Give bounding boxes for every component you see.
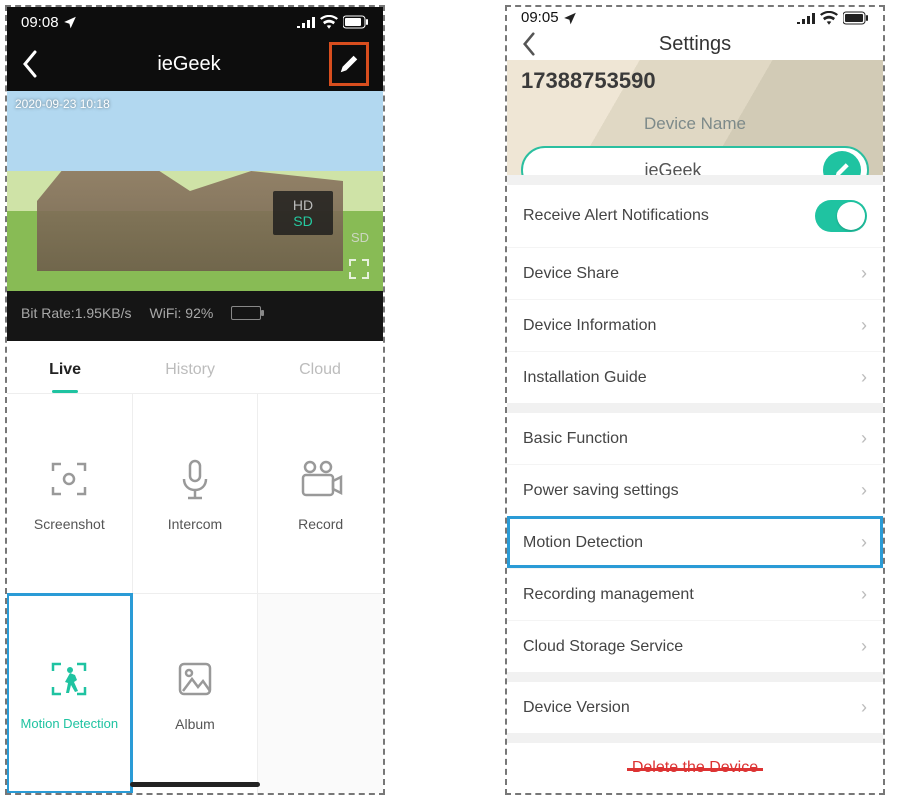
tab-history[interactable]: History <box>159 357 221 383</box>
pencil-icon <box>833 161 851 175</box>
device-name-value: ieGeek <box>523 160 823 175</box>
motion-label: Motion Detection <box>21 716 119 731</box>
row-recording[interactable]: Recording management › <box>507 568 883 620</box>
fullscreen-icon <box>347 257 371 281</box>
location-icon <box>563 11 577 25</box>
quality-sd-label: SD <box>351 230 369 245</box>
status-bar: 09:05 <box>507 7 883 28</box>
device-name-label: Device Name <box>521 114 869 134</box>
row-version-label: Device Version <box>523 699 630 717</box>
row-info-label: Device Information <box>523 317 656 335</box>
album-button[interactable]: Album <box>133 594 258 793</box>
chevron-right-icon: › <box>861 636 867 657</box>
signal-icon <box>797 12 815 24</box>
chevron-right-icon: › <box>861 263 867 284</box>
row-cloud-label: Cloud Storage Service <box>523 638 683 656</box>
chevron-right-icon: › <box>861 315 867 336</box>
home-indicator[interactable] <box>130 782 260 787</box>
album-label: Album <box>175 716 215 732</box>
fullscreen-button[interactable] <box>347 257 371 281</box>
pencil-icon <box>338 53 360 75</box>
quality-sd[interactable]: SD <box>293 213 312 229</box>
delete-label: Delete the Device <box>632 759 758 777</box>
status-icons <box>297 15 369 29</box>
chevron-right-icon: › <box>861 584 867 605</box>
intercom-button[interactable]: Intercom <box>133 394 258 593</box>
empty-cell <box>258 594 383 793</box>
album-icon <box>172 656 218 702</box>
row-alerts-label: Receive Alert Notifications <box>523 207 709 225</box>
status-time: 09:08 <box>21 14 59 31</box>
tab-cloud[interactable]: Cloud <box>293 357 347 383</box>
tabs: Live History Cloud <box>7 341 383 394</box>
phone-live-view: 09:08 ieGeek 2020-09-23 10:18 HD SD <box>5 5 385 795</box>
video-timestamp: 2020-09-23 10:18 <box>15 97 110 111</box>
row-version[interactable]: Device Version › <box>507 682 883 733</box>
row-motion-label: Motion Detection <box>523 534 643 552</box>
row-info[interactable]: Device Information › <box>507 299 883 351</box>
back-button[interactable] <box>21 50 49 78</box>
wifi-icon <box>820 11 838 25</box>
bitrate-label: Bit Rate:1.95KB/s <box>21 305 132 321</box>
battery-icon <box>343 15 369 29</box>
page-title: ieGeek <box>49 53 329 76</box>
screenshot-label: Screenshot <box>34 516 105 532</box>
record-button[interactable]: Record <box>258 394 383 593</box>
screenshot-button[interactable]: Screenshot <box>7 394 132 593</box>
tab-live[interactable]: Live <box>43 357 87 383</box>
motion-icon <box>46 656 92 702</box>
row-power-label: Power saving settings <box>523 482 679 500</box>
row-basic-label: Basic Function <box>523 430 628 448</box>
battery-icon <box>843 11 869 25</box>
record-label: Record <box>298 516 343 532</box>
chevron-right-icon: › <box>861 367 867 388</box>
record-icon <box>298 456 344 502</box>
microphone-icon <box>172 456 218 502</box>
row-share-label: Device Share <box>523 265 619 283</box>
wifi-label: WiFi: 92% <box>150 305 214 321</box>
row-motion[interactable]: Motion Detection › <box>507 516 883 568</box>
signal-icon <box>297 16 315 28</box>
row-power[interactable]: Power saving settings › <box>507 464 883 516</box>
row-share[interactable]: Device Share › <box>507 247 883 299</box>
location-icon <box>63 15 77 29</box>
quality-hd[interactable]: HD <box>293 197 313 213</box>
video-info-bar: Bit Rate:1.95KB/s WiFi: 92% <box>7 291 383 341</box>
chevron-right-icon: › <box>861 428 867 449</box>
row-install[interactable]: Installation Guide › <box>507 351 883 403</box>
row-cloud[interactable]: Cloud Storage Service › <box>507 620 883 672</box>
alerts-toggle[interactable] <box>815 200 867 232</box>
status-time: 09:05 <box>521 9 559 26</box>
battery-indicator-icon <box>231 306 261 320</box>
device-id: 17388753590 <box>521 68 869 94</box>
phone-settings: 09:05 Settings 17388753590 Device Name i… <box>505 5 885 795</box>
edit-button[interactable] <box>329 42 369 86</box>
device-panel: 17388753590 Device Name ieGeek <box>507 60 883 175</box>
row-recording-label: Recording management <box>523 586 694 604</box>
back-button[interactable] <box>521 32 545 56</box>
chevron-right-icon: › <box>861 532 867 553</box>
intercom-label: Intercom <box>168 516 222 532</box>
row-alerts[interactable]: Receive Alert Notifications <box>507 185 883 247</box>
chevron-right-icon: › <box>861 480 867 501</box>
row-basic[interactable]: Basic Function › <box>507 413 883 464</box>
status-icons <box>797 11 869 25</box>
device-name-input[interactable]: ieGeek <box>521 146 869 175</box>
screenshot-icon <box>46 456 92 502</box>
row-install-label: Installation Guide <box>523 369 647 387</box>
edit-name-button[interactable] <box>823 151 861 175</box>
quality-selector[interactable]: HD SD <box>273 191 333 235</box>
motion-detection-button[interactable]: Motion Detection <box>6 593 133 794</box>
page-title: Settings <box>545 33 845 56</box>
camera-feed[interactable]: 2020-09-23 10:18 HD SD SD <box>7 91 383 291</box>
wifi-icon <box>320 15 338 29</box>
delete-device-button[interactable]: Delete the Device <box>507 743 883 793</box>
chevron-right-icon: › <box>861 697 867 718</box>
status-bar: 09:08 <box>7 7 383 37</box>
